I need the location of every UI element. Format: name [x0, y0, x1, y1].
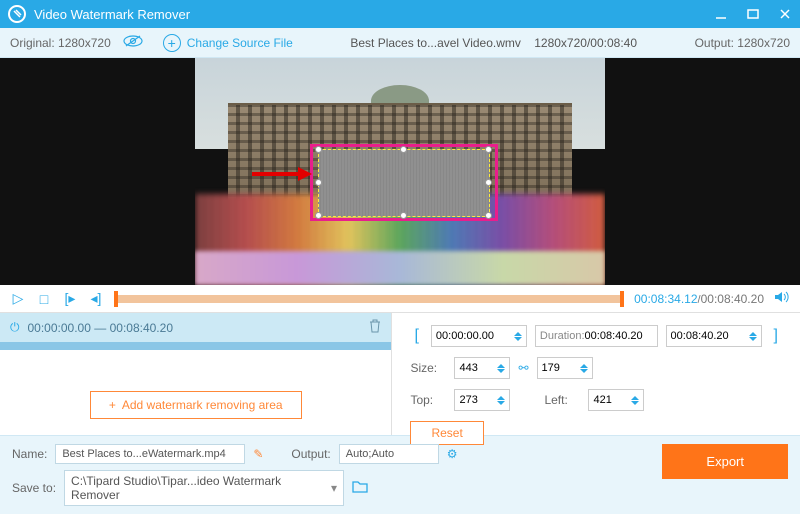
left-label: Left:: [544, 393, 580, 407]
spin-down[interactable]: [749, 337, 757, 341]
close-button[interactable]: [778, 7, 792, 21]
spin-down[interactable]: [580, 369, 588, 373]
saveto-dropdown[interactable]: C:\Tipard Studio\Tipar...ideo Watermark …: [64, 470, 344, 506]
volume-icon[interactable]: [774, 290, 790, 307]
handle-sw[interactable]: [315, 212, 322, 219]
segment-item[interactable]: ⏻ 00:00:00.00 — 00:08:40.20: [0, 313, 391, 342]
spin-down[interactable]: [514, 337, 522, 341]
left-input[interactable]: [588, 389, 644, 411]
play-button[interactable]: ▷: [10, 290, 26, 307]
minimize-button[interactable]: [714, 7, 728, 21]
chevron-down-icon: ▾: [331, 481, 337, 495]
spin-up[interactable]: [631, 396, 639, 400]
file-info: Best Places to...avel Video.wmv 1280x720…: [293, 36, 695, 50]
spin-down[interactable]: [497, 369, 505, 373]
info-bar: Original: 1280x720 + Change Source File …: [0, 28, 800, 58]
spin-up[interactable]: [580, 364, 588, 368]
spin-up[interactable]: [514, 332, 522, 336]
timeline-start-handle[interactable]: [114, 291, 118, 307]
spin-up[interactable]: [749, 332, 757, 336]
video-frame[interactable]: [195, 58, 605, 285]
handle-e[interactable]: [485, 179, 492, 186]
mark-out-button[interactable]: ◂]: [88, 290, 104, 307]
mark-in-button[interactable]: [▸: [62, 290, 78, 307]
output-label: Output:: [291, 447, 330, 461]
timeline-slider[interactable]: [114, 295, 624, 303]
edit-name-icon[interactable]: ✎: [253, 447, 263, 461]
top-input[interactable]: [454, 389, 510, 411]
handle-n[interactable]: [400, 146, 407, 153]
export-button[interactable]: Export: [662, 444, 788, 479]
handle-nw[interactable]: [315, 146, 322, 153]
delete-segment-icon[interactable]: [369, 319, 381, 336]
add-area-button[interactable]: + Add watermark removing area: [90, 391, 302, 419]
stop-button[interactable]: □: [36, 291, 52, 307]
height-input[interactable]: [537, 357, 593, 379]
power-icon[interactable]: ⏻: [10, 320, 20, 335]
video-preview: [0, 58, 800, 285]
properties-panel: [ Duration: ] Size: ⚯ Top: Left: Reset: [392, 313, 800, 435]
range-duration-input[interactable]: Duration:: [535, 325, 658, 347]
bracket-right-icon[interactable]: ]: [770, 327, 782, 345]
change-source-label: Change Source File: [187, 36, 293, 50]
bracket-left-icon[interactable]: [: [410, 327, 422, 345]
spin-down[interactable]: [631, 401, 639, 405]
segment-bar[interactable]: [0, 342, 391, 350]
name-label: Name:: [12, 447, 47, 461]
width-input[interactable]: [454, 357, 510, 379]
handle-w[interactable]: [315, 179, 322, 186]
range-end-input[interactable]: [666, 325, 762, 347]
selection-box[interactable]: [318, 149, 490, 217]
app-icon: [8, 5, 26, 23]
open-folder-icon[interactable]: [352, 480, 368, 496]
annotation-arrow: [252, 167, 312, 181]
link-icon[interactable]: ⚯: [518, 361, 528, 375]
reset-button[interactable]: Reset: [410, 421, 483, 445]
spin-up[interactable]: [497, 396, 505, 400]
spin-up[interactable]: [497, 364, 505, 368]
add-area-label: Add watermark removing area: [122, 398, 283, 412]
plus-icon: +: [109, 398, 116, 412]
bottom-bar: Name: Best Places to...eWatermark.mp4 ✎ …: [0, 435, 800, 514]
handle-ne[interactable]: [485, 146, 492, 153]
output-res: Output: 1280x720: [695, 36, 790, 50]
original-label: Original: 1280x720: [10, 36, 111, 50]
spin-down[interactable]: [497, 401, 505, 405]
range-start-input[interactable]: [431, 325, 527, 347]
handle-s[interactable]: [400, 212, 407, 219]
maximize-button[interactable]: [746, 7, 760, 21]
name-value: Best Places to...eWatermark.mp4: [55, 444, 245, 464]
output-value: Auto;Auto: [339, 444, 439, 464]
preview-toggle-icon[interactable]: [123, 34, 143, 51]
segments-panel: ⏻ 00:00:00.00 — 00:08:40.20 + Add waterma…: [0, 313, 392, 435]
settings-icon[interactable]: ⚙: [447, 447, 458, 461]
app-title: Video Watermark Remover: [34, 7, 714, 22]
time-display: 00:08:34.12/00:08:40.20: [634, 292, 764, 306]
titlebar: Video Watermark Remover: [0, 0, 800, 28]
segment-times: 00:00:00.00 — 00:08:40.20: [28, 321, 362, 335]
top-label: Top:: [410, 393, 446, 407]
saveto-label: Save to:: [12, 481, 56, 495]
timeline-end-handle[interactable]: [620, 291, 624, 307]
plus-icon: +: [163, 34, 181, 52]
change-source-button[interactable]: + Change Source File: [163, 34, 293, 52]
playback-controls: ▷ □ [▸ ◂] 00:08:34.12/00:08:40.20: [0, 285, 800, 313]
size-label: Size:: [410, 361, 446, 375]
